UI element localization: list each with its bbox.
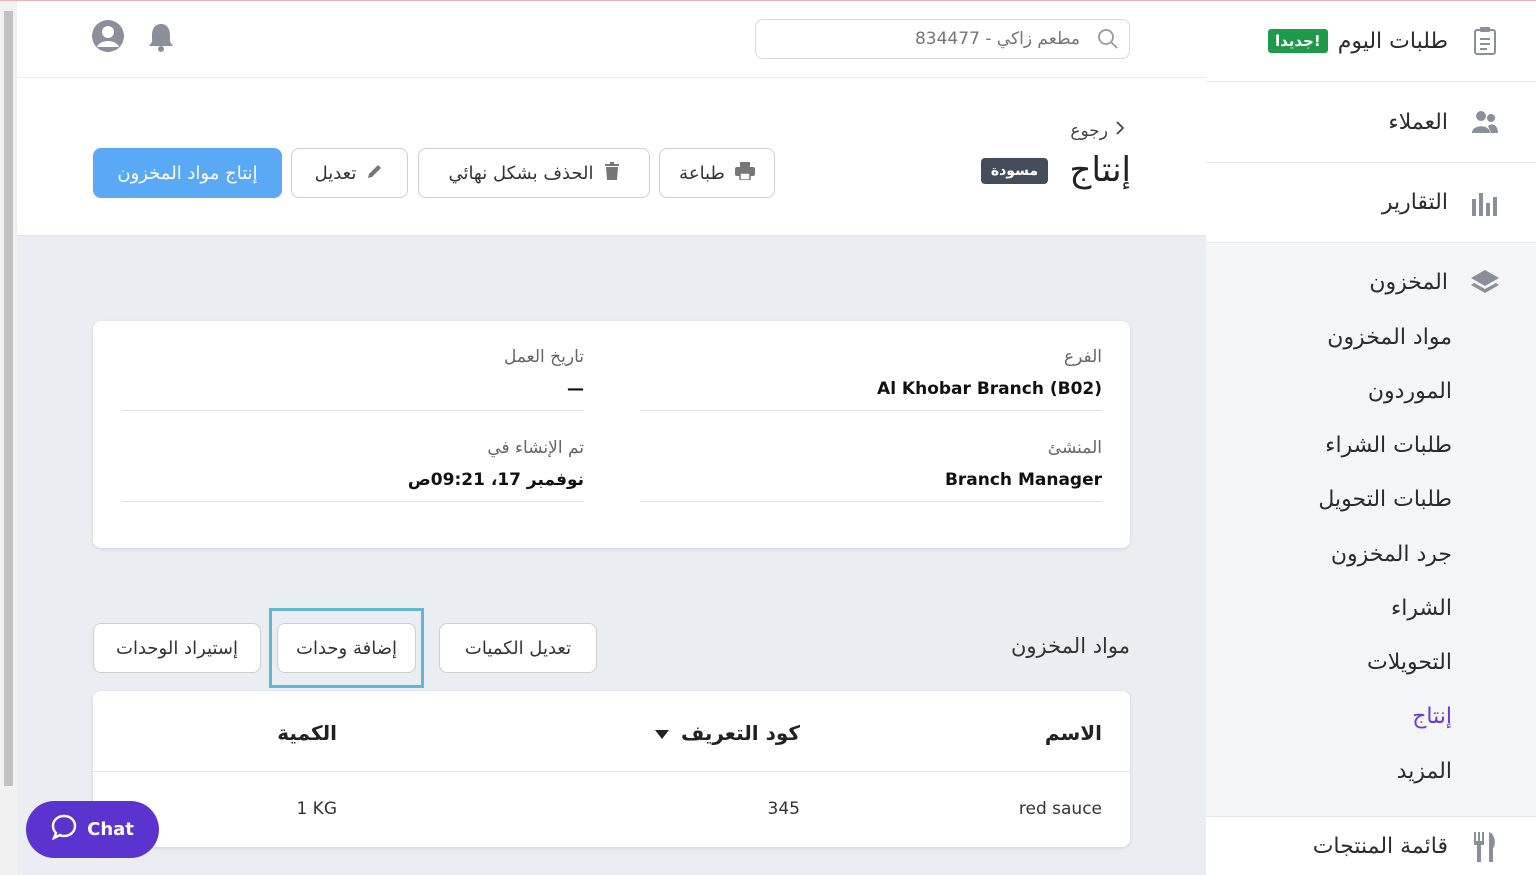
search-input[interactable] xyxy=(756,20,1086,58)
import-items-label: إستيراد الوحدات xyxy=(116,637,238,659)
column-header-quantity[interactable]: الكمية xyxy=(277,721,337,745)
users-icon xyxy=(1470,107,1500,137)
chat-button[interactable]: Chat xyxy=(26,801,159,858)
sidebar-item-label: طلبات اليوم xyxy=(1337,28,1448,54)
edit-quantities-label: تعديل الكميات xyxy=(464,637,572,659)
produce-button-label: إنتاج مواد المخزون xyxy=(117,162,258,184)
sidebar-subitem-purchase-orders[interactable]: طلبات الشراء xyxy=(1325,433,1452,458)
search-icon xyxy=(1097,28,1119,54)
bell-icon[interactable] xyxy=(145,21,177,57)
sidebar-item-menu[interactable]: قائمة المنتجات xyxy=(1206,817,1536,875)
creator-field: المنشئ Branch Manager xyxy=(640,412,1102,502)
sidebar-subitem-transfers[interactable]: التحويلات xyxy=(1367,650,1452,675)
pencil-icon xyxy=(366,162,384,185)
scrollbar-thumb[interactable] xyxy=(4,11,13,786)
business-date-value: — xyxy=(567,379,584,399)
page-scrollbar[interactable] xyxy=(0,1,17,875)
back-link[interactable]: رجوع xyxy=(1070,120,1126,141)
sidebar-subitem-more[interactable]: المزيد xyxy=(1397,759,1452,784)
items-table: الاسم كود التعريف الكمية red sauce 345 1… xyxy=(93,691,1130,847)
table-divider xyxy=(93,771,1130,772)
new-badge: جديدا! xyxy=(1267,29,1328,53)
sidebar-subitem-purchasing[interactable]: الشراء xyxy=(1391,596,1452,621)
sidebar-group-inventory: المخزون مواد المخزون الموردون طلبات الشر… xyxy=(1206,243,1536,817)
page-header: رجوع إنتاج مسودة إنتاج مواد المخزون تعدي… xyxy=(17,78,1206,236)
creator-label: المنشئ xyxy=(1047,438,1102,458)
sort-down-icon xyxy=(655,721,670,745)
chevron-right-icon xyxy=(1114,120,1126,141)
sidebar-item-label: العملاء xyxy=(1388,109,1448,135)
business-date-field: تاريخ العمل — xyxy=(122,321,584,411)
user-avatar-icon[interactable] xyxy=(91,19,125,57)
branch-field: الفرع Al Khobar Branch (B02) xyxy=(640,321,1102,411)
inventory-items-section-title: مواد المخزون xyxy=(1010,634,1130,658)
column-header-sku-label: كود التعريف xyxy=(681,721,800,745)
sidebar-item-label: التقارير xyxy=(1381,190,1448,215)
sidebar-item-label: المخزون xyxy=(1369,269,1448,295)
column-header-sku[interactable]: كود التعريف xyxy=(655,721,800,745)
branch-label: الفرع xyxy=(1063,347,1102,367)
layers-icon xyxy=(1470,267,1500,297)
edit-button[interactable]: تعديل xyxy=(291,148,408,198)
utensils-icon xyxy=(1470,831,1500,862)
import-items-button[interactable]: إستيراد الوحدات xyxy=(93,623,261,673)
sidebar-subitem-suppliers[interactable]: الموردون xyxy=(1368,379,1452,404)
edit-button-label: تعديل xyxy=(314,162,357,184)
delete-button-label: الحذف بشكل نهائي xyxy=(448,162,594,184)
branch-value: Al Khobar Branch (B02) xyxy=(877,379,1102,399)
produce-inventory-button[interactable]: إنتاج مواد المخزون xyxy=(93,148,282,198)
back-link-label: رجوع xyxy=(1070,120,1108,141)
chat-button-label: Chat xyxy=(87,819,134,840)
sidebar-item-reports[interactable]: التقارير xyxy=(1206,163,1536,243)
page-title: إنتاج xyxy=(1069,150,1131,190)
sidebar-subitem-inventory-count[interactable]: جرد المخزون xyxy=(1331,542,1452,567)
created-at-value: نوفمبر 17، 09:21ص xyxy=(407,470,584,490)
details-card: الفرع Al Khobar Branch (B02) تاريخ العمل… xyxy=(93,321,1130,548)
sidebar-item-today-orders[interactable]: جديدا! طلبات اليوم xyxy=(1206,1,1536,82)
sidebar-subitem-production[interactable]: إنتاج xyxy=(1412,704,1452,729)
top-bar xyxy=(17,1,1206,78)
created-at-field: تم الإنشاء في نوفمبر 17، 09:21ص xyxy=(122,412,584,502)
creator-value: Branch Manager xyxy=(944,470,1102,490)
sidebar-subitem-transfer-orders[interactable]: طلبات التحويل xyxy=(1318,487,1452,512)
clipboard-icon xyxy=(1470,26,1500,56)
print-button-label: طباعة xyxy=(679,162,725,184)
row-quantity-cell: 1 KG xyxy=(296,799,337,819)
sidebar-subitem-inventory-items[interactable]: مواد المخزون xyxy=(1327,325,1452,350)
main-content: الفرع Al Khobar Branch (B02) تاريخ العمل… xyxy=(17,236,1206,875)
sidebar: جديدا! طلبات اليوم العملاء التقارير المخ… xyxy=(1206,1,1536,875)
status-badge: مسودة xyxy=(980,158,1048,184)
focus-highlight xyxy=(269,608,424,688)
sidebar-item-inventory[interactable]: المخزون xyxy=(1369,267,1500,297)
chat-bubble-icon xyxy=(51,814,77,845)
row-name-cell[interactable]: red sauce xyxy=(1019,799,1102,819)
business-date-label: تاريخ العمل xyxy=(503,347,584,367)
created-at-label: تم الإنشاء في xyxy=(487,438,584,458)
column-header-name[interactable]: الاسم xyxy=(1045,721,1102,745)
edit-quantities-button[interactable]: تعديل الكميات xyxy=(439,623,597,673)
sidebar-item-label: قائمة المنتجات xyxy=(1312,834,1448,859)
printer-icon xyxy=(734,161,755,185)
trash-icon xyxy=(604,161,620,185)
search-box[interactable] xyxy=(755,19,1130,59)
print-button[interactable]: طباعة xyxy=(659,148,775,198)
row-sku-cell: 345 xyxy=(767,799,800,819)
delete-permanently-button[interactable]: الحذف بشكل نهائي xyxy=(418,148,650,198)
sidebar-item-customers[interactable]: العملاء xyxy=(1206,82,1536,163)
bar-chart-icon xyxy=(1470,188,1500,218)
